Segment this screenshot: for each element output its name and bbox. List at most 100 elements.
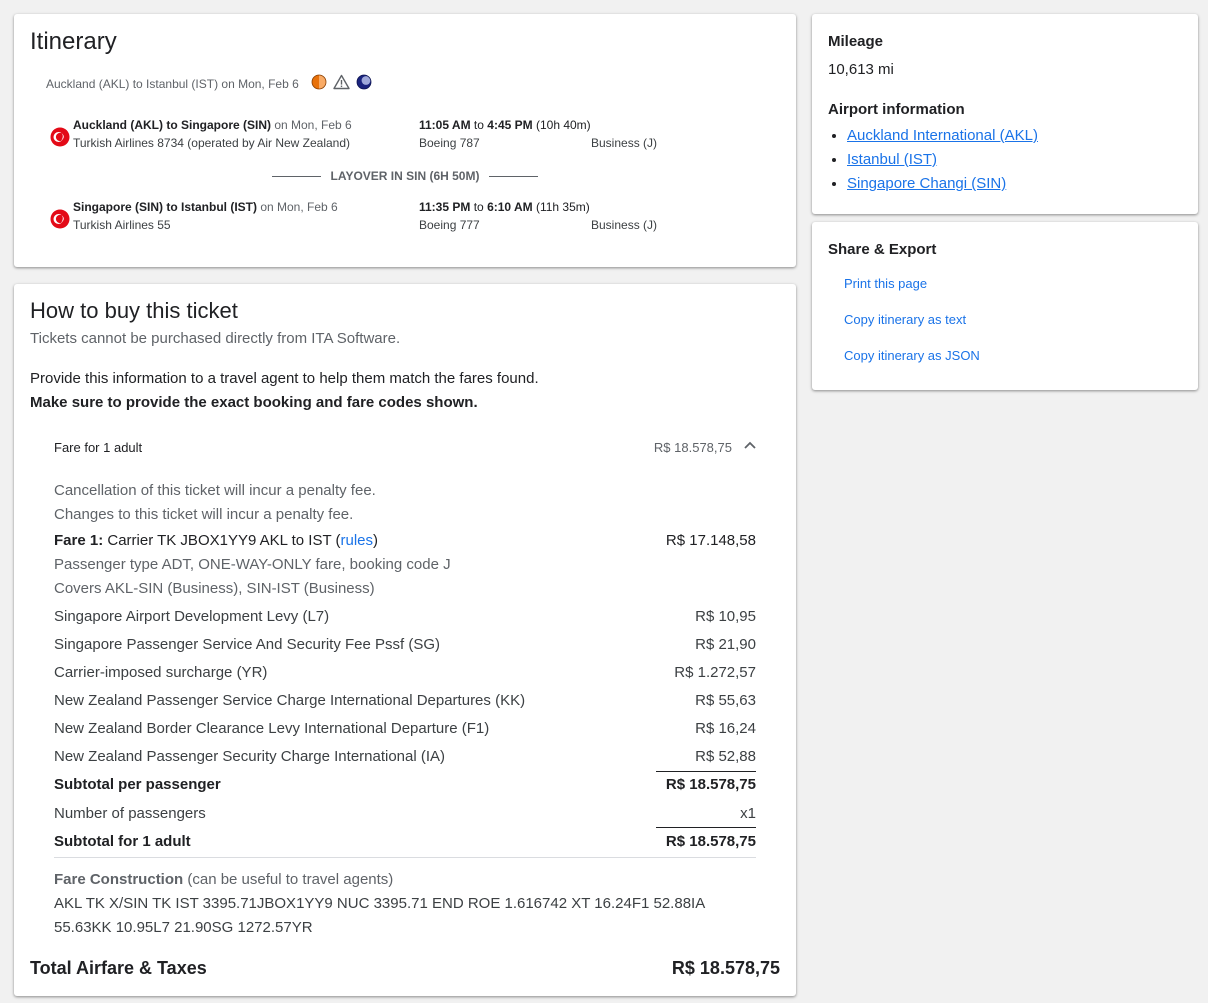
mileage-value: 10,613 mi bbox=[828, 61, 894, 78]
tax-amount: R$ 10,95 bbox=[695, 608, 756, 625]
tax-row: Carrier-imposed surcharge (YR) R$ 1.272,5… bbox=[54, 664, 756, 684]
tax-amount: R$ 52,88 bbox=[695, 748, 756, 765]
fare-header-label: Fare for 1 adult bbox=[54, 440, 143, 455]
airport-link-ist[interactable]: Istanbul (IST) bbox=[847, 151, 937, 168]
subtotal-rule bbox=[656, 771, 756, 772]
segment-date: on Mon, Feb 6 bbox=[271, 118, 352, 132]
how-to-buy-title: How to buy this ticket bbox=[30, 298, 238, 323]
chevron-up-icon[interactable] bbox=[742, 438, 758, 454]
route-summary: Auckland (AKL) to Istanbul (IST) on Mon,… bbox=[46, 74, 372, 93]
tax-label: Carrier-imposed surcharge (YR) bbox=[54, 664, 268, 681]
fare-1-close-paren: ) bbox=[373, 532, 379, 549]
fare-construction-heading: Fare Construction (can be useful to trav… bbox=[54, 871, 756, 891]
flight-segment: Singapore (SIN) to Istanbul (IST) on Mon… bbox=[50, 200, 770, 240]
total-airfare-label: Total Airfare & Taxes bbox=[30, 958, 207, 978]
num-passengers-value: x1 bbox=[740, 805, 756, 822]
fare-1-coverage: Covers AKL-SIN (Business), SIN-IST (Busi… bbox=[54, 580, 375, 597]
segment-arrival: 4:45 PM bbox=[487, 118, 533, 132]
num-passengers-label: Number of passengers bbox=[54, 805, 206, 822]
tax-label: New Zealand Passenger Security Charge In… bbox=[54, 748, 446, 765]
fare-header-amount: R$ 18.578,75 bbox=[653, 440, 732, 455]
airport-link-sin[interactable]: Singapore Changi (SIN) bbox=[847, 175, 1006, 192]
fare-1-amount: R$ 17.148,58 bbox=[665, 532, 756, 549]
trip-info-card: Mileage 10,613 mi Airport information Au… bbox=[812, 14, 1198, 214]
subtotal-per-passenger-label: Subtotal per passenger bbox=[54, 776, 221, 793]
segment-duration: (11h 35m) bbox=[532, 200, 590, 214]
turkish-airlines-logo-icon bbox=[50, 209, 70, 229]
fare-1-label: Fare 1: bbox=[54, 532, 104, 549]
segment-airline: Turkish Airlines 55 bbox=[73, 218, 171, 232]
segment-cabin: Business (J) bbox=[591, 136, 658, 150]
tax-label: Singapore Passenger Service And Security… bbox=[54, 636, 441, 653]
subtotal-adult-row: Subtotal for 1 adult R$ 18.578,75 bbox=[54, 833, 756, 853]
subtotal-rule bbox=[656, 827, 756, 828]
tax-label: Singapore Airport Development Levy (L7) bbox=[54, 608, 330, 625]
tax-amount: R$ 21,90 bbox=[695, 636, 756, 653]
mileage-title: Mileage bbox=[828, 33, 884, 50]
segment-to: to bbox=[470, 118, 488, 132]
list-item: Singapore Changi (SIN) bbox=[847, 175, 1038, 199]
total-airfare-row: Total Airfare & Taxes R$ 18.578,75 bbox=[30, 958, 780, 979]
fare-construction-note: (can be useful to travel agents) bbox=[183, 871, 394, 888]
fare-1-details: Passenger type ADT, ONE-WAY-ONLY fare, b… bbox=[54, 556, 451, 573]
copy-json-button[interactable]: Copy itinerary as JSON bbox=[844, 348, 980, 363]
agent-instruction-bold: Make sure to provide the exact booking a… bbox=[30, 394, 478, 411]
tax-label: New Zealand Passenger Service Charge Int… bbox=[54, 692, 526, 709]
subtotal-per-passenger-row: Subtotal per passenger R$ 18.578,75 bbox=[54, 776, 756, 796]
penalty-cancellation: Cancellation of this ticket will incur a… bbox=[54, 482, 376, 499]
layover-label: LAYOVER IN SIN (6H 50M) bbox=[330, 169, 480, 183]
itinerary-title: Itinerary bbox=[30, 28, 117, 55]
tax-row: New Zealand Border Clearance Levy Intern… bbox=[54, 720, 756, 740]
night-icon[interactable] bbox=[356, 74, 372, 93]
print-page-button[interactable]: Print this page bbox=[844, 276, 927, 291]
fare-header-toggle[interactable]: Fare for 1 adult R$ 18.578,75 bbox=[54, 440, 766, 458]
tax-amount: R$ 1.272,57 bbox=[674, 664, 756, 681]
how-to-buy-subtitle: Tickets cannot be purchased directly fro… bbox=[30, 330, 401, 347]
num-passengers-row: Number of passengers x1 bbox=[54, 805, 756, 825]
segment-route: Auckland (AKL) to Singapore (SIN) bbox=[73, 118, 271, 132]
airport-list: Auckland International (AKL) Istanbul (I… bbox=[828, 127, 1038, 199]
segment-airline: Turkish Airlines 8734 (operated by Air N… bbox=[73, 136, 351, 150]
subtotal-adult-amount: R$ 18.578,75 bbox=[665, 833, 756, 850]
route-summary-text: Auckland (AKL) to Istanbul (IST) on Mon,… bbox=[46, 76, 299, 91]
fare-construction-line: AKL TK X/SIN TK IST 3395.71JBOX1YY9 NUC … bbox=[54, 895, 706, 912]
segment-date: on Mon, Feb 6 bbox=[257, 200, 338, 214]
airport-info-title: Airport information bbox=[828, 101, 965, 118]
penalty-changes: Changes to this ticket will incur a pena… bbox=[54, 506, 354, 523]
total-airfare-amount: R$ 18.578,75 bbox=[671, 958, 780, 978]
tax-row: Singapore Passenger Service And Security… bbox=[54, 636, 756, 656]
fare-1-row: Fare 1: Carrier TK JBOX1YY9 AKL to IST (… bbox=[54, 532, 756, 552]
divider bbox=[54, 857, 756, 858]
fare-1-text: Carrier TK JBOX1YY9 AKL to IST ( bbox=[103, 532, 341, 549]
segment-route: Singapore (SIN) to Istanbul (IST) bbox=[73, 200, 257, 214]
how-to-buy-card: How to buy this ticket Tickets cannot be… bbox=[14, 284, 796, 996]
turkish-airlines-logo-icon bbox=[50, 127, 70, 147]
copy-text-button[interactable]: Copy itinerary as text bbox=[844, 312, 966, 327]
tax-row: Singapore Airport Development Levy (L7) R… bbox=[54, 608, 756, 628]
segment-aircraft: Boeing 787 bbox=[419, 136, 480, 150]
airport-link-akl[interactable]: Auckland International (AKL) bbox=[847, 127, 1038, 144]
segment-cabin: Business (J) bbox=[591, 218, 658, 232]
segment-duration: (10h 40m) bbox=[532, 118, 591, 132]
subtotal-per-passenger-amount: R$ 18.578,75 bbox=[665, 776, 756, 793]
share-export-title: Share & Export bbox=[828, 241, 937, 258]
segment-aircraft: Boeing 777 bbox=[419, 218, 480, 232]
fare-construction-line: 55.63KK 10.95L7 21.90SG 1272.57YR bbox=[54, 919, 313, 936]
segment-arrival: 6:10 AM bbox=[487, 200, 533, 214]
tax-row: New Zealand Passenger Security Charge In… bbox=[54, 748, 756, 768]
share-export-card: Share & Export Print this page Copy itin… bbox=[812, 222, 1198, 390]
tax-amount: R$ 16,24 bbox=[695, 720, 756, 737]
list-item: Istanbul (IST) bbox=[847, 151, 1038, 175]
list-item: Auckland International (AKL) bbox=[847, 127, 1038, 151]
itinerary-card: Itinerary Auckland (AKL) to Istanbul (IS… bbox=[14, 14, 796, 267]
segment-departure: 11:35 PM bbox=[419, 200, 471, 214]
flight-segment: Auckland (AKL) to Singapore (SIN) on Mon… bbox=[50, 118, 770, 158]
tax-label: New Zealand Border Clearance Levy Intern… bbox=[54, 720, 490, 737]
tax-amount: R$ 55,63 bbox=[695, 692, 756, 709]
warning-icon[interactable] bbox=[333, 74, 350, 93]
fare-construction-label: Fare Construction bbox=[54, 871, 184, 888]
subtotal-adult-label: Subtotal for 1 adult bbox=[54, 833, 191, 850]
fare-rules-link[interactable]: rules bbox=[341, 532, 374, 549]
overnight-flight-icon[interactable] bbox=[311, 74, 327, 93]
segment-to: to bbox=[470, 200, 488, 214]
